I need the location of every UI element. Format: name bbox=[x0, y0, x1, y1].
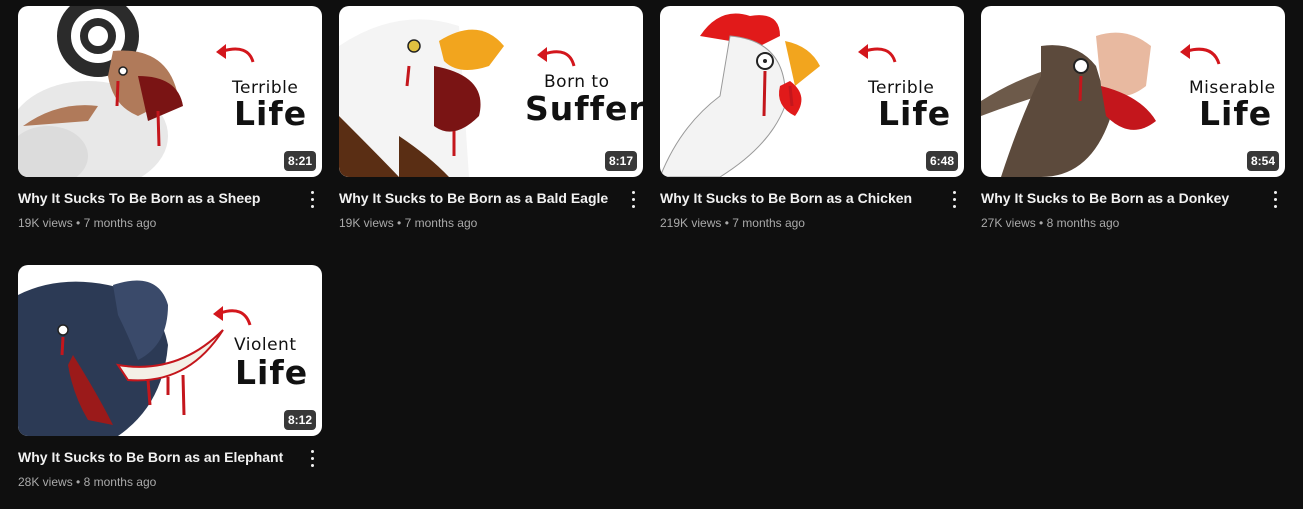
video-stats: 19K views • 7 months ago bbox=[339, 216, 643, 230]
video-title[interactable]: Why It Sucks To Be Born as a Sheep bbox=[18, 190, 298, 207]
video-stats: 27K views • 8 months ago bbox=[981, 216, 1285, 230]
more-vert-icon[interactable] bbox=[1265, 187, 1285, 211]
video-details: Why It Sucks to Be Born as a Donkey 27K … bbox=[981, 177, 1285, 250]
video-card-bald-eagle: Born to Suffer 8:17 Why It Sucks to Be B… bbox=[339, 6, 643, 250]
view-count: 19K views bbox=[18, 216, 73, 230]
more-vert-icon[interactable] bbox=[944, 187, 964, 211]
video-details: Why It Sucks To Be Born as a Sheep 19K v… bbox=[18, 177, 322, 250]
thumbnail-caption-big: Life bbox=[234, 94, 308, 133]
video-stats: 19K views • 7 months ago bbox=[18, 216, 322, 230]
duration-badge: 8:17 bbox=[604, 151, 637, 171]
video-details: Why It Sucks to Be Born as a Chicken 219… bbox=[660, 177, 964, 250]
video-thumbnail[interactable]: Violent Life 8:12 bbox=[18, 265, 322, 436]
separator-dot: • bbox=[397, 216, 402, 230]
upload-age: 8 months ago bbox=[1046, 216, 1120, 230]
separator-dot: • bbox=[76, 216, 81, 230]
more-vert-icon[interactable] bbox=[623, 187, 643, 211]
video-stats: 219K views • 7 months ago bbox=[660, 216, 964, 230]
video-title[interactable]: Why It Sucks to Be Born as a Donkey bbox=[981, 190, 1261, 207]
duration-badge: 6:48 bbox=[925, 151, 958, 171]
separator-dot: • bbox=[1039, 216, 1044, 230]
video-card-sheep: Terrible Life 8:21 Why It Sucks To Be Bo… bbox=[18, 6, 322, 250]
thumbnail-caption-small: Violent bbox=[234, 335, 297, 355]
video-thumbnail[interactable]: Terrible Life 8:21 bbox=[18, 6, 322, 177]
thumbnail-caption-big: Suffer bbox=[525, 89, 643, 128]
upload-age: 7 months ago bbox=[83, 216, 157, 230]
view-count: 28K views bbox=[18, 475, 73, 489]
thumbnail-caption-big: Life bbox=[235, 353, 309, 392]
view-count: 219K views bbox=[660, 216, 722, 230]
thumbnail-caption-big: Life bbox=[1199, 94, 1273, 133]
video-details: Why It Sucks to Be Born as a Bald Eagle … bbox=[339, 177, 643, 250]
separator-dot: • bbox=[76, 475, 81, 489]
upload-age: 7 months ago bbox=[404, 216, 478, 230]
upload-age: 8 months ago bbox=[83, 475, 157, 489]
video-thumbnail[interactable]: Miserable Life 8:54 bbox=[981, 6, 1285, 177]
video-card-chicken: Terrible Life 6:48 Why It Sucks to Be Bo… bbox=[660, 6, 964, 250]
duration-badge: 8:54 bbox=[1246, 151, 1279, 171]
video-thumbnail[interactable]: Terrible Life 6:48 bbox=[660, 6, 964, 177]
view-count: 27K views bbox=[981, 216, 1036, 230]
video-card-elephant: Violent Life 8:12 Why It Sucks to Be Bor… bbox=[18, 265, 322, 509]
video-details: Why It Sucks to Be Born as an Elephant 2… bbox=[18, 436, 322, 509]
video-card-donkey: Miserable Life 8:54 Why It Sucks to Be B… bbox=[981, 6, 1285, 250]
video-thumbnail[interactable]: Born to Suffer 8:17 bbox=[339, 6, 643, 177]
more-vert-icon[interactable] bbox=[302, 187, 322, 211]
video-title[interactable]: Why It Sucks to Be Born as a Chicken bbox=[660, 190, 940, 207]
video-stats: 28K views • 8 months ago bbox=[18, 475, 322, 489]
duration-badge: 8:21 bbox=[283, 151, 316, 171]
view-count: 19K views bbox=[339, 216, 394, 230]
upload-age: 7 months ago bbox=[732, 216, 805, 230]
separator-dot: • bbox=[724, 216, 729, 230]
video-title[interactable]: Why It Sucks to Be Born as a Bald Eagle bbox=[339, 190, 619, 207]
video-title[interactable]: Why It Sucks to Be Born as an Elephant bbox=[18, 449, 298, 466]
duration-badge: 8:12 bbox=[283, 410, 316, 430]
more-vert-icon[interactable] bbox=[302, 446, 322, 470]
thumbnail-caption-big: Life bbox=[878, 94, 952, 133]
